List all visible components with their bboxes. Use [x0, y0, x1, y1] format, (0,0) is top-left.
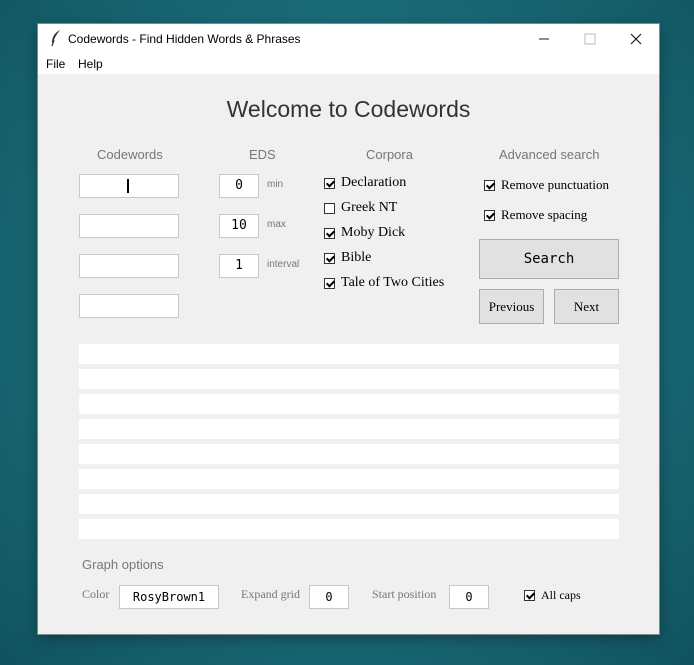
feather-icon — [51, 30, 60, 47]
start-position-label: Start position — [372, 587, 437, 601]
corpus-label: Moby Dick — [341, 225, 406, 240]
eds-interval-input[interactable]: 1 — [219, 254, 259, 278]
eds-min-input[interactable]: 0 — [219, 174, 259, 198]
corpus-label: Greek NT — [341, 200, 398, 215]
advanced-search-heading: Advanced search — [499, 147, 600, 162]
minimize-button[interactable] — [521, 24, 567, 54]
window-title: Codewords - Find Hidden Words & Phrases — [68, 32, 301, 46]
all-caps-label: All caps — [541, 588, 581, 602]
search-button[interactable]: Search — [479, 239, 619, 279]
start-position-input[interactable]: 0 — [449, 585, 489, 609]
result-row-1[interactable] — [79, 344, 619, 364]
checkbox-box — [324, 177, 335, 189]
minimize-icon — [539, 38, 549, 40]
corpus-label: Tale of Two Cities — [341, 275, 445, 290]
checkbox-box — [484, 209, 495, 221]
previous-button[interactable]: Previous — [479, 289, 544, 324]
title-bar: Codewords - Find Hidden Words & Phrases — [38, 24, 659, 54]
corpus-label: Declaration — [341, 175, 407, 190]
codeword-input-3[interactable] — [79, 254, 179, 278]
corpus-tale-of-two-cities-checkbox[interactable]: Tale of Two Cities — [324, 275, 444, 291]
eds-heading: EDS — [249, 147, 276, 162]
result-row-4[interactable] — [79, 419, 619, 439]
result-row-5[interactable] — [79, 444, 619, 464]
corpus-label: Bible — [341, 250, 372, 265]
eds-max-input[interactable]: 10 — [219, 214, 259, 238]
eds-interval-label: interval — [267, 259, 300, 270]
corpora-heading: Corpora — [366, 147, 413, 162]
corpus-declaration-checkbox[interactable]: Declaration — [324, 175, 406, 191]
codeword-input-4[interactable] — [79, 294, 179, 318]
color-label: Color — [82, 587, 110, 601]
corpus-bible-checkbox[interactable]: Bible — [324, 250, 371, 266]
remove-punctuation-checkbox[interactable]: Remove punctuation — [484, 177, 609, 193]
result-row-6[interactable] — [79, 469, 619, 489]
checkbox-box — [324, 277, 335, 289]
eds-min-label: min — [267, 179, 284, 190]
menu-file[interactable]: File — [46, 57, 65, 71]
corpus-greek-nt-checkbox[interactable]: Greek NT — [324, 200, 397, 216]
corpus-moby-dick-checkbox[interactable]: Moby Dick — [324, 225, 405, 241]
app-window: Codewords - Find Hidden Words & Phrases … — [38, 24, 659, 634]
close-button[interactable] — [613, 24, 659, 54]
all-caps-checkbox[interactable]: All caps — [524, 588, 581, 603]
color-input[interactable]: RosyBrown1 — [119, 585, 219, 609]
menu-bar: File Help — [38, 54, 659, 74]
next-button[interactable]: Next — [554, 289, 619, 324]
checkbox-box — [524, 590, 535, 601]
maximize-button[interactable] — [567, 24, 613, 54]
maximize-icon — [584, 33, 596, 45]
remove-punctuation-label: Remove punctuation — [501, 177, 609, 192]
result-row-2[interactable] — [79, 369, 619, 389]
menu-help[interactable]: Help — [78, 57, 103, 71]
eds-max-label: max — [267, 219, 286, 230]
expand-grid-label: Expand grid — [241, 587, 300, 601]
graph-options-heading: Graph options — [82, 557, 164, 572]
checkbox-box — [324, 227, 335, 239]
remove-spacing-label: Remove spacing — [501, 207, 588, 222]
codeword-input-2[interactable] — [79, 214, 179, 238]
result-row-7[interactable] — [79, 494, 619, 514]
close-icon — [630, 33, 642, 45]
codewords-heading: Codewords — [97, 147, 163, 162]
expand-grid-input[interactable]: 0 — [309, 585, 349, 609]
codeword-input-1[interactable] — [79, 174, 179, 198]
checkbox-box — [324, 202, 335, 214]
remove-spacing-checkbox[interactable]: Remove spacing — [484, 207, 587, 223]
result-row-8[interactable] — [79, 519, 619, 539]
text-cursor — [127, 179, 129, 193]
checkbox-box — [484, 179, 495, 191]
checkbox-box — [324, 252, 335, 264]
welcome-heading: Welcome to Codewords — [226, 96, 471, 122]
result-row-3[interactable] — [79, 394, 619, 414]
